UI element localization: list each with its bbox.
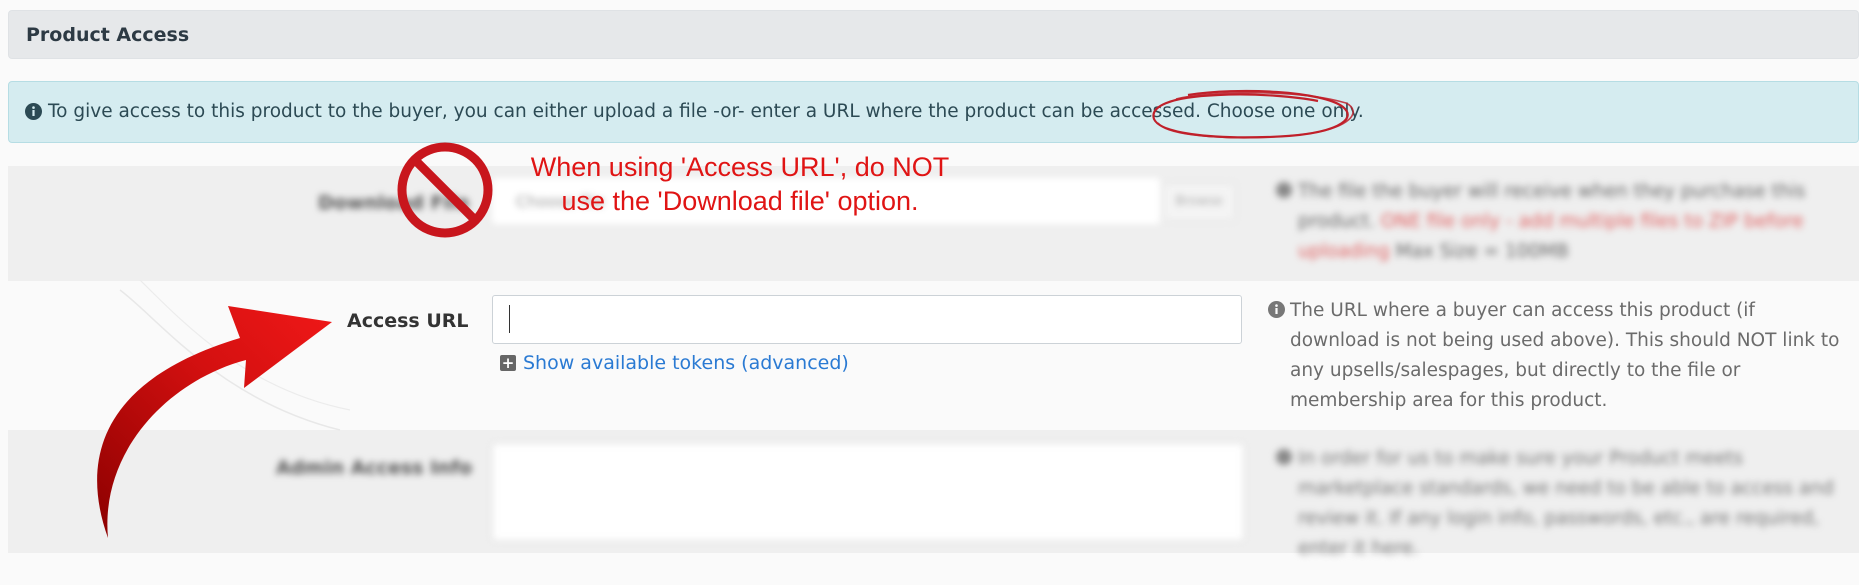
callout-line-1: When using 'Access URL', do NOT [530, 152, 950, 182]
info-circle-icon [1276, 449, 1292, 465]
admin-help-text: In order for us to make sure your Produc… [1298, 448, 1834, 559]
info-circle-icon [1268, 301, 1285, 318]
callout-line-2: use the 'Download file' option. [561, 186, 919, 216]
info-circle-icon [1276, 182, 1292, 198]
info-circle-icon [25, 103, 42, 120]
show-tokens-label: Show available tokens (advanced) [523, 352, 849, 374]
download-help-text: The file the buyer will receive when the… [1298, 177, 1838, 267]
panel-title: Product Access [26, 24, 190, 46]
curved-arrow-icon [97, 306, 332, 538]
plus-square-icon: + [500, 354, 516, 372]
browse-button[interactable]: Browse [1163, 183, 1235, 221]
access-url-label: Access URL [347, 310, 469, 332]
prohibited-icon [397, 142, 493, 238]
access-url-input[interactable] [492, 295, 1242, 344]
text-caret [509, 305, 510, 333]
info-alert: To give access to this product to the bu… [8, 81, 1859, 143]
access-url-help-text: The URL where a buyer can access this pr… [1290, 300, 1840, 411]
warning-callout: When using 'Access URL', do NOT use the … [500, 150, 980, 218]
download-help-part2: Max Size = 100MB [1389, 241, 1569, 262]
show-tokens-link[interactable]: + Show available tokens (advanced) [500, 352, 849, 374]
hand-drawn-circle-annotation [1152, 89, 1354, 139]
panel-header: Product Access [8, 10, 1859, 59]
admin-access-textarea[interactable] [492, 443, 1244, 541]
